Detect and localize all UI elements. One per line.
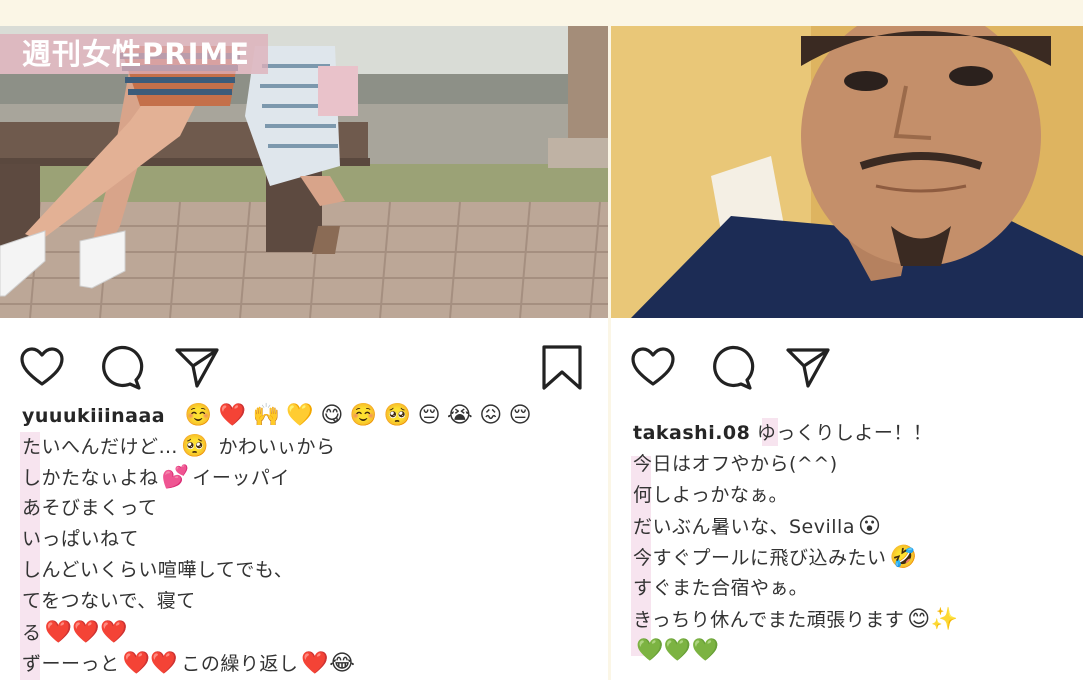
left-caption-line: る ❤️❤️❤️ [22, 617, 600, 648]
heart-icon[interactable] [629, 344, 677, 392]
left-emoji-row: ☺️ ❤️ 🙌 💛 😋 ☺️ 🥺 😔 😭 😖 😔 [182, 403, 535, 428]
caption-emoji: ❤️😂 [301, 651, 356, 676]
right-post-photo[interactable] [611, 26, 1083, 318]
caption-text: ゆっくりしよー！！ [750, 422, 933, 444]
share-icon[interactable] [784, 344, 832, 392]
caption-emoji: ❤️❤️ [122, 651, 179, 676]
caption-text: たいへんだけど… [22, 436, 179, 458]
right-caption-line: すぐまた合宿やぁ。 [633, 577, 809, 599]
right-caption-line: 何しよっかなぁ。 [633, 484, 789, 506]
emoji-2: 🙌 [252, 403, 281, 428]
caption-emoji: 💕 [161, 465, 190, 490]
emoji-9: 😖 [479, 403, 503, 428]
caption-emoji: 🥺 [181, 434, 209, 459]
bookmark-icon[interactable] [538, 344, 586, 392]
left-caption: yuuukiiinaaa ☺️ ❤️ 🙌 💛 😋 ☺️ 🥺 😔 😭 😖 😔 たいへんだけど… 🥺 かわ… [22, 400, 600, 679]
caption-text: だいぶん暑いな、Sevilla [633, 516, 855, 538]
caption-emoji: 😮 [857, 514, 882, 539]
caption-text: ずーーっと [22, 653, 120, 675]
emoji-3: 💛 [286, 403, 315, 428]
left-post-photo[interactable]: 週刊女性PRIME [0, 26, 608, 318]
left-caption-line: あそびまくって [22, 497, 158, 519]
emoji-7: 😔 [417, 403, 441, 428]
caption-emoji: ❤️❤️❤️ [44, 620, 129, 645]
caption-text: きっちり休んでまた頑張ります [633, 609, 905, 631]
caption-emoji: 😊✨ [907, 607, 959, 632]
right-post: takashi.08 ゆっくりしよー！！ 今日はオフやから(^^) 何しよっかな… [611, 26, 1083, 680]
share-icon[interactable] [173, 344, 221, 392]
emoji-10: 😔 [508, 403, 533, 428]
left-username[interactable]: yuuukiiinaaa [22, 405, 165, 427]
left-caption-line: いっぱいねて [22, 528, 140, 550]
comment-icon[interactable] [96, 344, 144, 392]
caption-text: 今すぐプールに飛び込みたい [633, 547, 887, 569]
left-caption-line: しんどいくらい喧嘩してでも、 [22, 559, 294, 581]
right-username-line: takashi.08 ゆっくりしよー！！ [633, 418, 1075, 449]
emoji-8: 😭 [447, 403, 474, 428]
caption-emoji: 💚💚💚 [636, 638, 720, 663]
emoji-5: ☺️ [349, 403, 378, 428]
caption-text: しかたなぃよね [22, 467, 159, 489]
left-caption-line: ずーーっと ❤️❤️ この繰り返し ❤️😂 [22, 648, 600, 679]
left-caption-line: てをつないで、寝て [22, 590, 196, 612]
caption-text: る [22, 622, 42, 644]
right-action-bar [611, 336, 1083, 390]
heart-icon[interactable] [18, 344, 66, 392]
right-caption: takashi.08 ゆっくりしよー！！ 今日はオフやから(^^) 何しよっかな… [633, 418, 1075, 666]
caption-text: イーッパイ [192, 467, 290, 489]
left-caption-line: たいへんだけど… 🥺 かわいぃから [22, 431, 600, 462]
watermark-label: 週刊女性PRIME [0, 34, 269, 74]
right-caption-line: だいぶん暑いな、Sevilla 😮 [633, 511, 1075, 542]
left-username-line: yuuukiiinaaa ☺️ ❤️ 🙌 💛 😋 ☺️ 🥺 😔 😭 😖 😔 [22, 400, 600, 431]
left-post: 週刊女性PRIME yuuukiiinaaa ☺️ ❤️ 🙌 💛 😋 ☺️ 🥺 😔 😭 😖 😔 たい… [0, 26, 608, 680]
emoji-6: 🥺 [383, 403, 412, 428]
right-caption-line: 今すぐプールに飛び込みたい 🤣 [633, 542, 1075, 573]
comment-icon[interactable] [707, 344, 755, 392]
emoji-1: ❤️ [218, 403, 247, 428]
right-caption-line: きっちり休んでまた頑張ります 😊✨ [633, 604, 1075, 635]
caption-text: かわいぃから [211, 436, 336, 458]
caption-text: この繰り返し [181, 653, 299, 675]
right-photo-illustration [611, 26, 1083, 318]
emoji-0: ☺️ [184, 403, 213, 428]
caption-emoji: 🤣 [889, 545, 918, 570]
right-username[interactable]: takashi.08 [633, 422, 750, 444]
right-caption-line: 💚💚💚 [633, 635, 1075, 666]
right-caption-line: 今日はオフやから(^^) [633, 453, 838, 475]
left-action-bar [0, 336, 608, 390]
emoji-4: 😋 [320, 403, 344, 428]
left-caption-line: しかたなぃよね 💕 イーッパイ [22, 462, 600, 493]
